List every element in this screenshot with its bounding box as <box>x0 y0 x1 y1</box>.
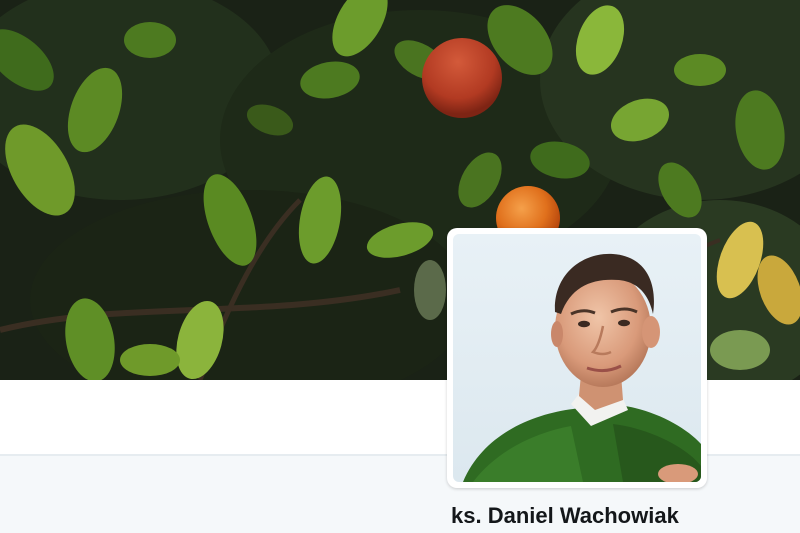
profile-page: ks. Daniel Wachowiak <box>0 0 800 533</box>
profile-display-name[interactable]: ks. Daniel Wachowiak <box>451 502 679 530</box>
avatar-photo-image <box>453 234 701 482</box>
profile-avatar[interactable] <box>447 228 707 488</box>
